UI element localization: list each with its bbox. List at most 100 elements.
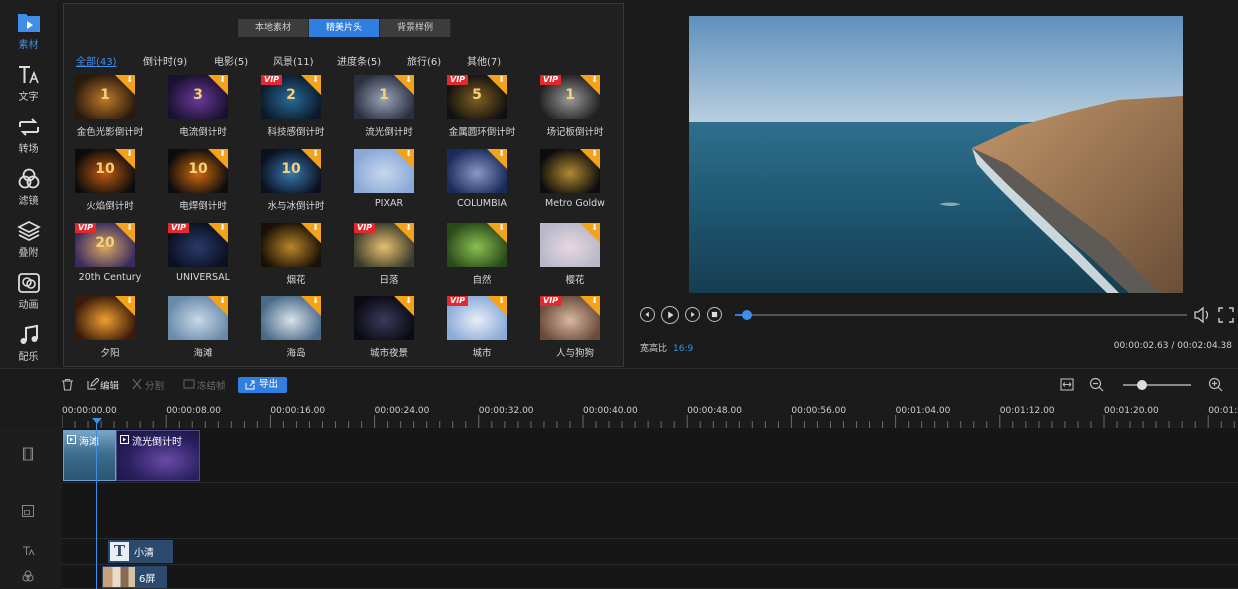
edit-button[interactable]: 编辑 [100, 378, 119, 392]
material-item[interactable]: ⬇ 烟花 [250, 223, 342, 289]
download-icon[interactable]: ⬇ [498, 297, 505, 305]
material-item[interactable]: ⬇ 城市夜景 [343, 296, 435, 362]
stop-button[interactable] [707, 307, 722, 322]
material-item[interactable]: ⬇ VIP 人与狗狗 [529, 296, 621, 362]
download-icon[interactable]: ⬇ [126, 150, 133, 158]
download-icon[interactable]: ⬇ [591, 224, 598, 232]
material-item[interactable]: 5 ⬇ VIP 金属圆环倒计时 [436, 75, 528, 141]
material-item[interactable]: 10 ⬇ 火焰倒计时 [64, 149, 156, 215]
rail-item-animation[interactable]: 动画 [0, 264, 57, 316]
delete-icon[interactable] [61, 378, 74, 391]
download-icon[interactable]: ⬇ [126, 224, 133, 232]
material-item[interactable]: 10 ⬇ 电焊倒计时 [157, 149, 249, 215]
download-icon[interactable]: ⬇ [591, 297, 598, 305]
download-icon[interactable]: ⬇ [219, 150, 226, 158]
material-item[interactable]: ⬇ VIP 日落 [343, 223, 435, 289]
material-thumbnail[interactable]: 10 ⬇ [261, 149, 321, 193]
download-icon[interactable]: ⬇ [405, 150, 412, 158]
material-item[interactable]: 2 ⬇ VIP 科技感倒计时 [250, 75, 342, 141]
download-icon[interactable]: ⬇ [405, 224, 412, 232]
export-button[interactable]: 导出 [238, 377, 287, 393]
material-thumbnail[interactable]: 20 ⬇ VIP [75, 223, 135, 267]
download-icon[interactable]: ⬇ [312, 297, 319, 305]
material-thumbnail[interactable]: ⬇ VIP [354, 223, 414, 267]
category-all[interactable]: 全部(43) [76, 53, 117, 68]
material-item[interactable]: ⬇ 樱花 [529, 223, 621, 289]
zoom-in-icon[interactable] [1208, 377, 1223, 392]
material-thumbnail[interactable]: ⬇ [354, 296, 414, 340]
material-thumbnail[interactable]: 3 ⬇ [168, 75, 228, 119]
video-clip[interactable]: 海滩 [63, 430, 116, 481]
prev-frame-button[interactable] [640, 307, 655, 322]
material-item[interactable]: 1 ⬇ VIP 场记板倒计时 [529, 75, 621, 141]
material-thumbnail[interactable]: 1 ⬇ VIP [540, 75, 600, 119]
download-icon[interactable]: ⬇ [126, 297, 133, 305]
seek-bar[interactable] [735, 310, 1187, 320]
category-movie[interactable]: 电影(5) [214, 53, 248, 68]
download-icon[interactable]: ⬇ [498, 150, 505, 158]
tab-intros[interactable]: 精美片头 [309, 19, 380, 37]
download-icon[interactable]: ⬇ [312, 150, 319, 158]
material-item[interactable]: ⬇ 海岛 [250, 296, 342, 362]
material-thumbnail[interactable]: ⬇ VIP [540, 296, 600, 340]
material-thumbnail[interactable]: 10 ⬇ [75, 149, 135, 193]
material-item[interactable]: 10 ⬇ 水与冰倒计时 [250, 149, 342, 215]
material-item[interactable]: 1 ⬇ 流光倒计时 [343, 75, 435, 141]
aspect-ratio[interactable]: 宽高比 16:9 [640, 341, 693, 354]
freeze-frame-button[interactable]: 冻结帧 [197, 378, 226, 392]
material-item[interactable]: ⬇ Metro Goldw [529, 149, 621, 215]
material-item[interactable]: 1 ⬇ 金色光影倒计时 [64, 75, 156, 141]
category-progress-bar[interactable]: 进度条(5) [337, 53, 381, 68]
category-scenery[interactable]: 风景(11) [273, 53, 314, 68]
zoom-slider-handle[interactable] [1136, 380, 1147, 390]
download-icon[interactable]: ⬇ [219, 297, 226, 305]
material-thumbnail[interactable]: ⬇ [261, 296, 321, 340]
material-item[interactable]: ⬇ 海滩 [157, 296, 249, 362]
material-thumbnail[interactable]: 10 ⬇ [168, 149, 228, 193]
next-frame-button[interactable] [685, 307, 700, 322]
text-clip[interactable]: T 小清 [108, 540, 173, 563]
material-item[interactable]: ⬇ 自然 [436, 223, 528, 289]
download-icon[interactable]: ⬇ [126, 76, 133, 84]
rail-item-text[interactable]: 文字 [0, 56, 57, 108]
material-thumbnail[interactable]: ⬇ [75, 296, 135, 340]
material-thumbnail[interactable]: ⬇ [540, 149, 600, 193]
material-thumbnail[interactable]: ⬇ VIP [168, 223, 228, 267]
zoom-slider[interactable] [1123, 380, 1191, 390]
category-countdown[interactable]: 倒计时(9) [143, 53, 187, 68]
download-icon[interactable]: ⬇ [312, 224, 319, 232]
rail-item-transition[interactable]: 转场 [0, 108, 57, 160]
timeline-ruler[interactable]: 00:00:00.00 00:00:08.00 00:00:16.00 00:00:2… [62, 400, 1238, 428]
download-icon[interactable]: ⬇ [498, 224, 505, 232]
rail-item-filter[interactable]: 滤镜 [0, 160, 57, 212]
material-item[interactable]: ⬇ VIP UNIVERSAL [157, 223, 249, 289]
material-thumbnail[interactable]: ⬇ [447, 149, 507, 193]
material-item[interactable]: 3 ⬇ 电流倒计时 [157, 75, 249, 141]
split-button[interactable]: 分割 [145, 378, 164, 392]
rail-item-music[interactable]: 配乐 [0, 316, 57, 368]
zoom-out-icon[interactable] [1089, 377, 1104, 392]
material-thumbnail[interactable]: 5 ⬇ VIP [447, 75, 507, 119]
download-icon[interactable]: ⬇ [405, 297, 412, 305]
material-thumbnail[interactable]: ⬇ [447, 223, 507, 267]
playhead-marker[interactable] [92, 418, 102, 424]
category-travel[interactable]: 旅行(6) [407, 53, 441, 68]
tab-backgrounds[interactable]: 背景样例 [380, 19, 451, 37]
download-icon[interactable]: ⬇ [405, 76, 412, 84]
fit-timeline-icon[interactable] [1060, 378, 1074, 391]
material-item[interactable]: 20 ⬇ VIP 20th Century [64, 223, 156, 289]
material-item[interactable]: ⬇ 夕阳 [64, 296, 156, 362]
download-icon[interactable]: ⬇ [591, 150, 598, 158]
material-thumbnail[interactable]: 1 ⬇ [354, 75, 414, 119]
material-thumbnail[interactable]: 1 ⬇ [75, 75, 135, 119]
material-thumbnail[interactable]: ⬇ [261, 223, 321, 267]
overlay-clip[interactable]: 6屏 [102, 566, 167, 588]
material-thumbnail[interactable]: ⬇ [168, 296, 228, 340]
tab-local-material[interactable]: 本地素材 [238, 19, 309, 37]
material-thumbnail[interactable]: ⬇ [354, 149, 414, 193]
material-item[interactable]: ⬇ PIXAR [343, 149, 435, 215]
playhead[interactable] [96, 419, 97, 589]
material-thumbnail[interactable]: 2 ⬇ VIP [261, 75, 321, 119]
rail-item-overlay[interactable]: 叠附 [0, 212, 57, 264]
download-icon[interactable]: ⬇ [498, 76, 505, 84]
